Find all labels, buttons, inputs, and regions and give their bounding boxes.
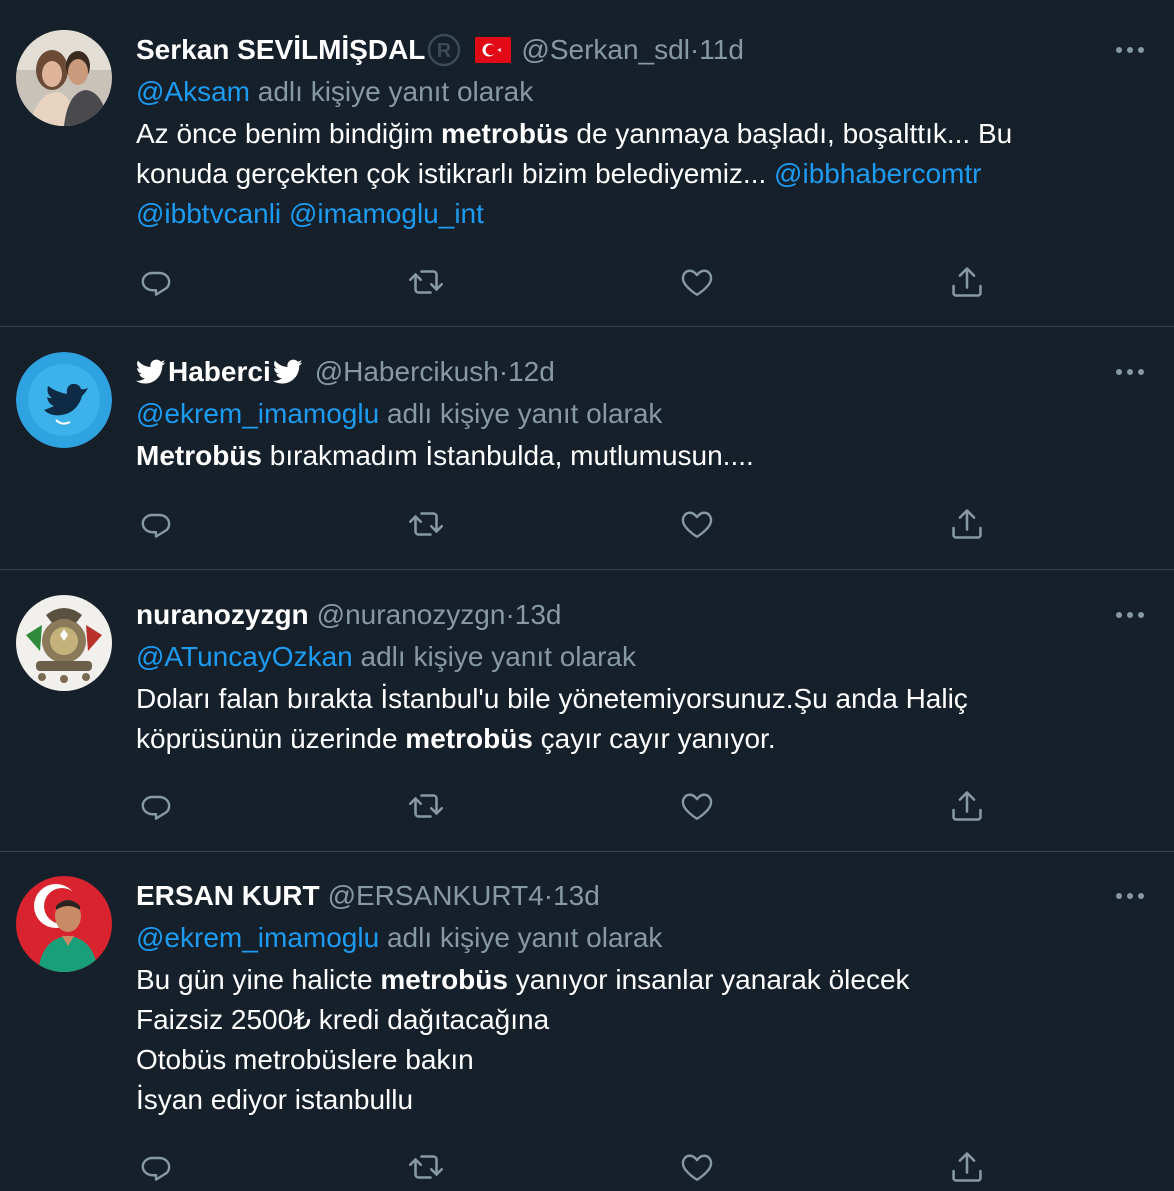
- bird-icon: [136, 359, 166, 385]
- more-options-icon[interactable]: [1114, 599, 1146, 631]
- timestamp[interactable]: 11d: [699, 30, 744, 70]
- handle[interactable]: @Serkan_sdl: [521, 30, 690, 70]
- tweet-actions: [136, 504, 996, 544]
- tweet[interactable]: Haberci @Habercikush · 12d @ekrem_imamog…: [0, 327, 1174, 570]
- tweet-text-segment: Otobüs metrobüslere bakın: [136, 1044, 474, 1075]
- timestamp[interactable]: 13d: [515, 595, 562, 635]
- tweet[interactable]: ERSAN KURT @ERSANKURT4 · 13d @ekrem_imam…: [0, 852, 1174, 1191]
- mention-link[interactable]: @ibbhabercomtr: [774, 158, 981, 189]
- ottoman-coat-of-arms-icon: [16, 595, 112, 691]
- reply-context-label: adlı kişiye yanıt olarak: [352, 641, 636, 672]
- like-icon[interactable]: [677, 504, 717, 544]
- highlighted-keyword: metrobüs: [441, 118, 569, 149]
- more-options-icon[interactable]: [1114, 34, 1146, 66]
- retweet-icon[interactable]: [406, 504, 446, 544]
- highlighted-keyword: Metrobüs: [136, 440, 262, 471]
- handle[interactable]: @ERSANKURT4: [328, 876, 544, 916]
- separator: ·: [505, 599, 515, 630]
- reply-context: @Aksam adlı kişiye yanıt olarak: [136, 70, 1134, 114]
- reply-context-label: adlı kişiye yanıt olarak: [379, 398, 663, 429]
- display-name[interactable]: Haberci: [168, 352, 271, 392]
- tweet-text: Metrobüs bırakmadım İstanbulda, mutlumus…: [136, 436, 1096, 476]
- share-icon[interactable]: [947, 504, 987, 544]
- tweet-actions: [136, 1147, 996, 1187]
- tweet-text-segment: yanıyor insanlar yanarak ölecek: [507, 964, 910, 995]
- tweet-actions: [136, 786, 996, 826]
- avatar-photo-icon: [16, 876, 112, 972]
- avatar-photo-icon: [16, 30, 112, 126]
- tweet-actions: [136, 262, 996, 302]
- tweet-header: Serkan SEVİLMİŞDAL R @Serkan_sdl · 11d: [136, 30, 1134, 70]
- tweet-text-segment: Bu gün yine halicte: [136, 964, 381, 995]
- mention-link[interactable]: @imamoglu_int: [289, 198, 484, 229]
- tweet-text-segment: bırakmadım İstanbulda, mutlumusun....: [262, 440, 754, 471]
- bird-icon: [272, 359, 303, 385]
- highlighted-keyword: metrobüs: [380, 964, 508, 995]
- tweet-text-segment: çayır cayır yanıyor.: [532, 723, 776, 754]
- reply-to-link[interactable]: @Aksam: [136, 76, 250, 107]
- separator: ·: [689, 34, 700, 65]
- avatar[interactable]: [16, 30, 112, 126]
- reply-context-label: adlı kişiye yanıt olarak: [379, 922, 663, 953]
- display-name[interactable]: Serkan SEVİLMİŞDAL: [136, 30, 425, 70]
- reply-context: @ATuncayOzkan adlı kişiye yanıt olarak: [136, 635, 1134, 679]
- separator: ·: [498, 356, 509, 387]
- reply-icon[interactable]: [136, 504, 176, 544]
- handle[interactable]: @nuranozyzgn: [317, 595, 506, 635]
- turkey-flag-icon: [475, 37, 512, 63]
- tweet-header: ERSAN KURT @ERSANKURT4 · 13d: [136, 876, 1134, 916]
- more-options-icon[interactable]: [1114, 356, 1146, 388]
- tweet-text-segment: Az önce benim bindiğim: [136, 118, 442, 149]
- display-name[interactable]: nuranozyzgn: [136, 595, 309, 635]
- timestamp[interactable]: 12d: [508, 352, 555, 392]
- reply-to-link[interactable]: @ATuncayOzkan: [136, 641, 353, 672]
- reply-icon[interactable]: [136, 262, 176, 302]
- display-name[interactable]: ERSAN KURT: [136, 876, 320, 916]
- like-icon[interactable]: [677, 786, 717, 826]
- tweet[interactable]: Serkan SEVİLMİŞDAL R @Serkan_sdl · 11d @…: [0, 0, 1174, 327]
- bird-avatar-icon: [16, 352, 112, 448]
- tweet-header: Haberci @Habercikush · 12d: [136, 352, 1134, 392]
- more-options-icon[interactable]: [1114, 880, 1146, 912]
- reply-context: @ekrem_imamoglu adlı kişiye yanıt olarak: [136, 916, 1134, 960]
- tweet-header: nuranozyzgn @nuranozyzgn · 13d: [136, 595, 1134, 635]
- reply-context-label: adlı kişiye yanıt olarak: [250, 76, 534, 107]
- tweet-text-segment: Faizsiz 2500₺ kredi dağıtacağına: [136, 1004, 550, 1035]
- reply-to-link[interactable]: @ekrem_imamoglu: [136, 398, 379, 429]
- tweet-text: Bu gün yine halicte metrobüs yanıyor ins…: [136, 960, 1096, 1120]
- tweet-text-segment: [281, 198, 289, 229]
- mention-link[interactable]: @ibbtvcanli: [136, 198, 281, 229]
- share-icon[interactable]: [947, 262, 987, 302]
- retweet-icon[interactable]: [406, 262, 446, 302]
- share-icon[interactable]: [947, 786, 987, 826]
- like-icon[interactable]: [677, 1147, 717, 1187]
- registered-mark-icon: R: [427, 33, 461, 67]
- avatar[interactable]: [16, 352, 112, 448]
- avatar[interactable]: [16, 595, 112, 691]
- reply-icon[interactable]: [136, 1147, 176, 1187]
- tweet[interactable]: nuranozyzgn @nuranozyzgn · 13d @ATuncayO…: [0, 570, 1174, 852]
- reply-context: @ekrem_imamoglu adlı kişiye yanıt olarak: [136, 392, 1134, 436]
- separator: ·: [543, 880, 554, 911]
- retweet-icon[interactable]: [406, 786, 446, 826]
- avatar[interactable]: [16, 876, 112, 972]
- timestamp[interactable]: 13d: [553, 876, 600, 916]
- svg-text:R: R: [437, 40, 452, 62]
- share-icon[interactable]: [947, 1147, 987, 1187]
- tweet-text: Az önce benim bindiğim metrobüs de yanma…: [136, 114, 1096, 234]
- reply-icon[interactable]: [136, 786, 176, 826]
- tweet-text: Doları falan bırakta İstanbul'u bile yön…: [136, 679, 1096, 759]
- tweet-text-segment: İsyan ediyor istanbullu: [136, 1084, 414, 1115]
- retweet-icon[interactable]: [406, 1147, 446, 1187]
- like-icon[interactable]: [677, 262, 717, 302]
- highlighted-keyword: metrobüs: [405, 723, 533, 754]
- handle[interactable]: @Habercikush: [315, 352, 499, 392]
- reply-to-link[interactable]: @ekrem_imamoglu: [136, 922, 379, 953]
